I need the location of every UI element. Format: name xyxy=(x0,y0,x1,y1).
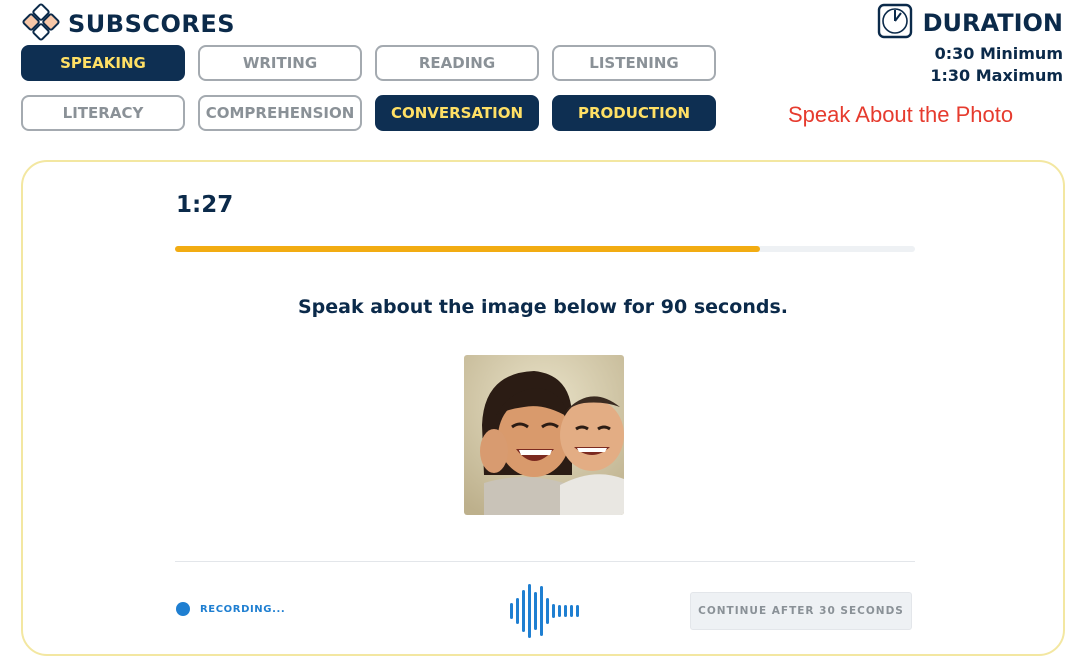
recording-status: RECORDING... xyxy=(176,602,285,616)
diamond-grid-icon xyxy=(22,3,60,45)
brand: SUBSCORES xyxy=(22,3,235,45)
prompt-photo xyxy=(464,355,624,515)
audio-wave-icon xyxy=(509,582,583,644)
tab-reading[interactable]: READING xyxy=(375,45,539,81)
tab-speaking[interactable]: SPEAKING xyxy=(21,45,185,81)
page-title: SUBSCORES xyxy=(68,10,236,38)
question-card: 1:27 Speak about the image below for 90 … xyxy=(21,160,1065,656)
annotation-text: Speak About the Photo xyxy=(788,102,1014,127)
tab-listening[interactable]: LISTENING xyxy=(552,45,716,81)
tab-conversation[interactable]: CONVERSATION xyxy=(375,95,539,131)
tab-comprehension[interactable]: COMPREHENSION xyxy=(198,95,362,131)
timer: 1:27 xyxy=(176,192,234,218)
header: SUBSCORES DURATION 0:30 Minimum 1:30 Max… xyxy=(0,0,1087,150)
continue-button[interactable]: CONTINUE AFTER 30 SECONDS xyxy=(690,592,912,630)
recording-label: RECORDING... xyxy=(200,603,286,615)
tab-literacy[interactable]: LITERACY xyxy=(21,95,185,131)
progress-fill xyxy=(175,246,760,252)
duration-maximum: 1:30 Maximum xyxy=(930,66,1063,85)
tab-production[interactable]: PRODUCTION xyxy=(552,95,716,131)
duration-panel: DURATION 0:30 Minimum 1:30 Maximum xyxy=(877,3,1063,87)
duration-title: DURATION xyxy=(922,9,1063,37)
clock-icon xyxy=(877,3,913,43)
prompt-text: Speak about the image below for 90 secon… xyxy=(297,296,789,318)
tab-writing[interactable]: WRITING xyxy=(198,45,362,81)
progress-bar xyxy=(175,246,915,252)
recording-dot-icon xyxy=(176,602,190,616)
duration-minimum: 0:30 Minimum xyxy=(934,44,1063,63)
divider xyxy=(175,561,915,562)
